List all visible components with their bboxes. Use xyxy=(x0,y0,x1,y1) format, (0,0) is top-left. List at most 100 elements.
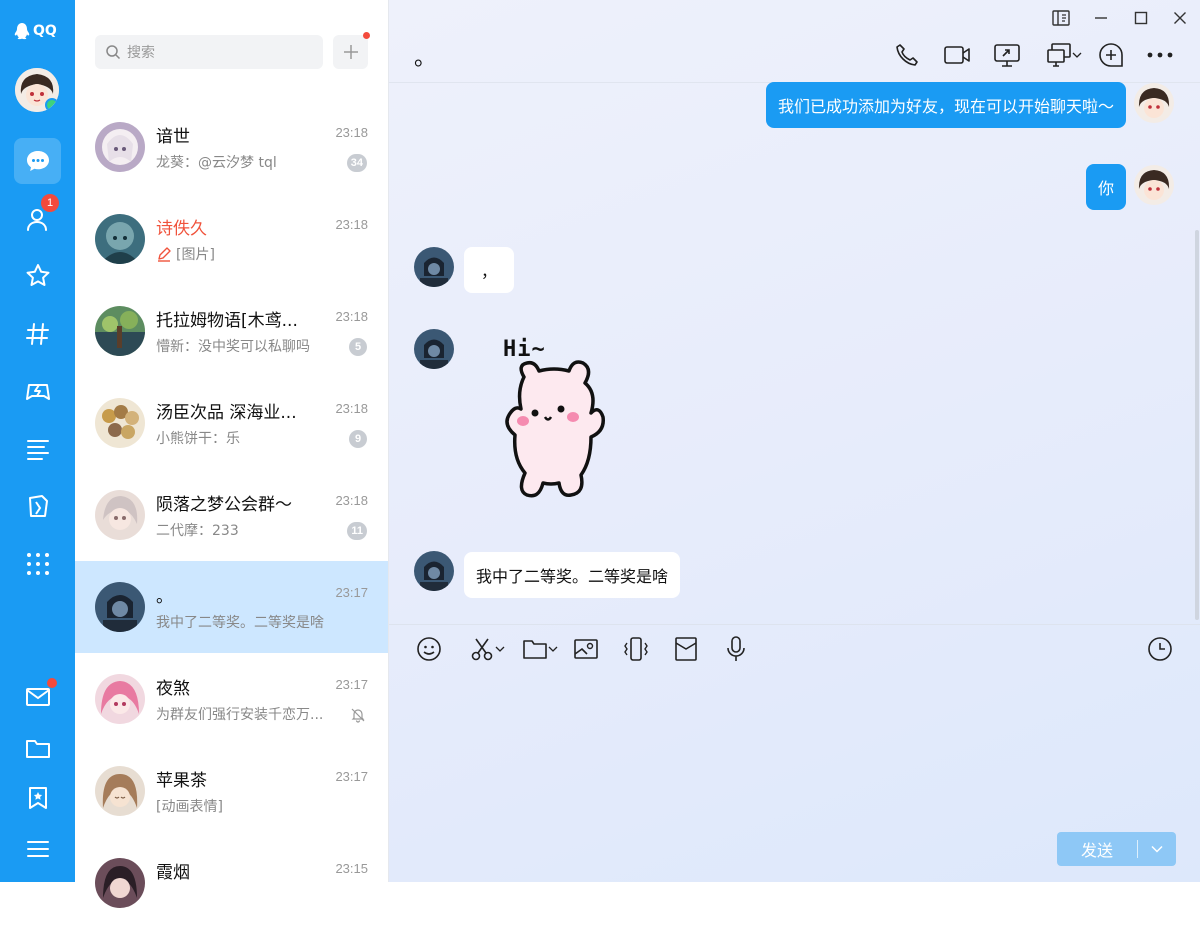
rail-favorites-button[interactable] xyxy=(14,253,61,299)
online-status-dot xyxy=(45,98,59,112)
my-avatar[interactable] xyxy=(1134,165,1174,205)
conversation-item[interactable]: 苹果茶 23:17 [动画表情] xyxy=(75,745,388,837)
maximize-icon xyxy=(1134,11,1148,25)
contact-avatar[interactable] xyxy=(414,329,454,369)
send-image-button[interactable] xyxy=(571,634,601,664)
grid-icon xyxy=(26,553,49,575)
conversation-time: 23:17 xyxy=(335,677,368,692)
rail-games-button[interactable] xyxy=(14,368,61,414)
voice-call-button[interactable] xyxy=(892,40,922,70)
window-pin-button[interactable] xyxy=(1049,8,1073,28)
conversation-avatar xyxy=(95,858,145,908)
screen-share-button[interactable] xyxy=(992,40,1022,70)
mute-bell-icon xyxy=(350,707,366,727)
rail-miniapps-button[interactable] xyxy=(14,483,61,529)
send-button[interactable]: 发送 xyxy=(1057,832,1176,866)
conversation-item[interactable]: 谙世 23:18 龙葵：@云汐梦 tql 34 xyxy=(75,101,388,193)
microphone-icon xyxy=(727,636,745,661)
conversation-preview: [动画表情] xyxy=(156,799,223,815)
conversation-list: 搜索 谙世 23:18 龙葵：@云汐梦 tql 34 诗佚久 23:18 [图片… xyxy=(75,0,389,908)
user-avatar[interactable] xyxy=(15,68,59,112)
sticker-message[interactable]: Hi~ xyxy=(499,335,619,510)
phone-icon xyxy=(896,44,918,66)
search-input[interactable]: 搜索 xyxy=(95,35,323,69)
conversation-preview: 为群友们强行安装千恋万... xyxy=(156,707,324,723)
my-avatar[interactable] xyxy=(1134,83,1174,123)
conversation-name: 陨落之梦公会群～ xyxy=(156,495,292,515)
add-notification-dot xyxy=(363,32,370,39)
message-bubble-incoming: ， xyxy=(464,247,514,293)
more-dots-icon xyxy=(1147,52,1173,58)
rail-menu-button[interactable] xyxy=(14,826,61,872)
conversation-time: 23:18 xyxy=(335,401,368,416)
unread-count-badge: 11 xyxy=(347,522,367,540)
rail-bookmark-button[interactable] xyxy=(14,775,61,821)
conversation-preview-text: [图片] xyxy=(176,247,215,263)
chevron-down-icon xyxy=(1151,845,1163,853)
conversation-name: 汤臣次品 深海业... xyxy=(156,403,297,423)
emoji-button[interactable] xyxy=(414,634,444,664)
conversation-preview: [图片] xyxy=(156,244,215,264)
scissors-icon xyxy=(471,638,493,661)
conversation-time: 23:17 xyxy=(335,769,368,784)
more-options-button[interactable] xyxy=(1145,40,1175,70)
red-packet-button[interactable] xyxy=(671,634,701,664)
send-options-button[interactable] xyxy=(1138,845,1176,853)
plus-icon xyxy=(343,45,358,59)
rail-contacts-button[interactable]: 1 xyxy=(14,194,61,242)
conversation-preview: 小熊饼干：乐 xyxy=(156,431,240,447)
add-member-button[interactable] xyxy=(1096,40,1126,70)
conversation-item[interactable]: 托拉姆物语[木鸢... 23:18 懵新：没中奖可以私聊吗 5 xyxy=(75,285,388,377)
conversation-name: 诗佚久 xyxy=(156,219,207,239)
draft-pencil-icon xyxy=(158,247,171,262)
rail-channels-button[interactable] xyxy=(14,311,61,357)
minimize-icon xyxy=(1095,17,1107,19)
message-bubble-incoming: 我中了二等奖。二等奖是啥 xyxy=(464,552,681,598)
history-button[interactable] xyxy=(1145,634,1175,664)
conversation-item[interactable]: 夜煞 23:17 为群友们强行安装千恋万... xyxy=(75,653,388,745)
qq-logo: QQ xyxy=(14,22,57,40)
message-bubble-outgoing: 我们已成功添加为好友，现在可以开始聊天啦～ xyxy=(765,82,1126,128)
close-icon xyxy=(1174,12,1186,24)
rail-feeds-button[interactable] xyxy=(14,426,61,472)
rail-folder-button[interactable] xyxy=(14,725,61,771)
folder-icon xyxy=(25,740,50,758)
chat-scrollbar[interactable] xyxy=(1195,230,1199,620)
video-call-button[interactable] xyxy=(942,40,972,70)
screenshot-button[interactable] xyxy=(464,634,510,664)
app-name: QQ xyxy=(33,23,57,39)
conversation-item[interactable]: 诗佚久 23:18 [图片] xyxy=(75,193,388,285)
mail-notification-dot xyxy=(47,678,57,688)
close-button[interactable] xyxy=(1168,8,1192,28)
conversation-item[interactable]: 陨落之梦公会群～ 23:18 二代摩：233 11 xyxy=(75,469,388,561)
add-button[interactable] xyxy=(333,32,370,69)
shake-button[interactable] xyxy=(621,634,651,664)
maximize-button[interactable] xyxy=(1129,8,1153,28)
conversation-item[interactable]: 汤臣次品 深海业... 23:18 小熊饼干：乐 9 xyxy=(75,377,388,469)
rail-chat-button[interactable] xyxy=(14,138,61,184)
chat-panel: 。 我们已成功添加为好友，现在可以开始聊天啦～ 你 ， Hi~ 我中了二等奖。二… xyxy=(389,0,1200,882)
conversation-avatar xyxy=(95,674,145,724)
smiley-icon xyxy=(417,637,441,661)
game-controller-icon xyxy=(25,384,50,400)
vibrate-phone-icon xyxy=(624,637,648,661)
send-file-button[interactable] xyxy=(517,634,563,664)
conversation-name: 托拉姆物语[木鸢... xyxy=(156,311,298,331)
rail-mail-button[interactable] xyxy=(14,674,61,720)
voice-message-button[interactable] xyxy=(721,634,751,664)
penguin-icon xyxy=(14,23,30,40)
unread-count-badge: 9 xyxy=(349,430,367,448)
chevron-down-icon xyxy=(1072,52,1082,58)
conversation-item-active[interactable]: 。 23:17 我中了二等奖。二等奖是啥 xyxy=(75,561,388,653)
minimize-button[interactable] xyxy=(1089,8,1113,28)
rail-apps-button[interactable] xyxy=(14,541,61,587)
conversation-avatar xyxy=(95,214,145,264)
menu-icon xyxy=(26,841,49,857)
conversation-avatar xyxy=(95,766,145,816)
contact-avatar[interactable] xyxy=(414,247,454,287)
contact-avatar[interactable] xyxy=(414,551,454,591)
input-divider xyxy=(389,624,1200,625)
conversation-time: 23:18 xyxy=(335,493,368,508)
remote-assist-button[interactable] xyxy=(1042,40,1086,70)
conversation-item[interactable]: 霞烟 23:15 xyxy=(75,837,388,929)
